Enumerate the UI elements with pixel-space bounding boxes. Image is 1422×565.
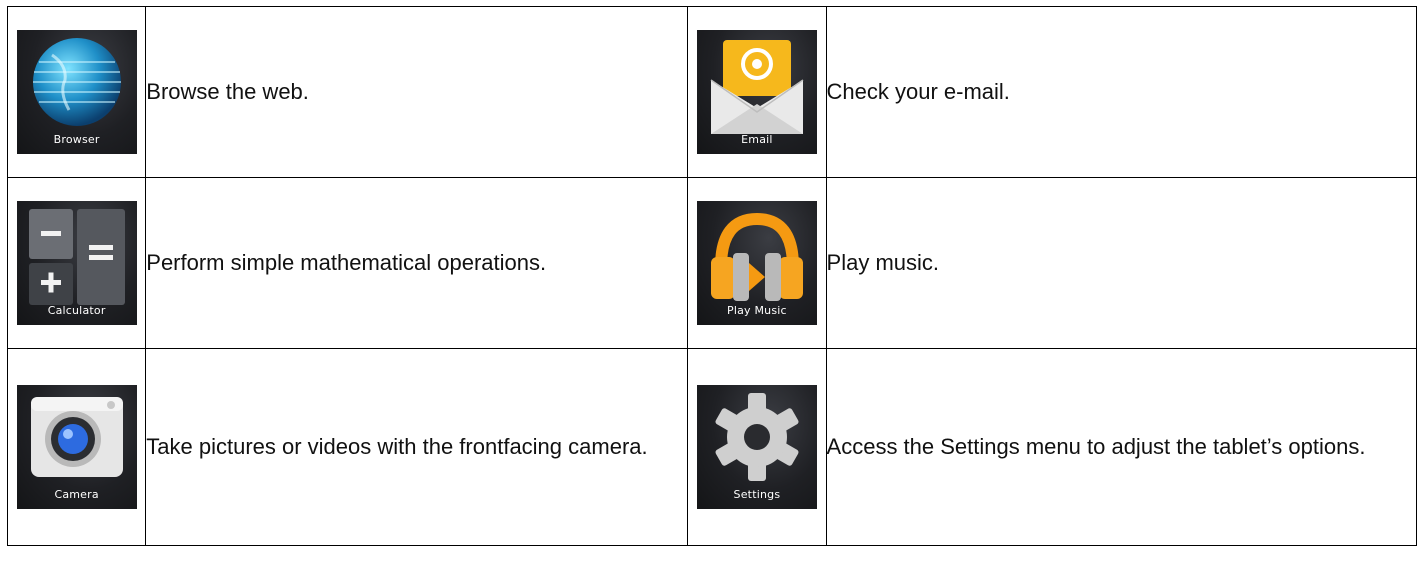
app-icon-cell: Browser	[6, 6, 147, 178]
app-icon-cell: Settings	[687, 348, 827, 546]
app-description: Take pictures or videos with the frontfa…	[145, 348, 689, 546]
icon-label: Calculator	[47, 304, 106, 317]
apps-table: Browser Browse the web. Email Check your…	[6, 6, 1418, 546]
app-description: Play music.	[825, 177, 1418, 349]
app-description: Access the Settings menu to adjust the t…	[825, 348, 1418, 546]
app-icon-cell: Camera	[6, 348, 147, 546]
calculator-icon: Calculator	[16, 201, 137, 325]
camera-icon: Camera	[16, 385, 137, 509]
browser-globe-icon: Browser	[16, 30, 137, 154]
app-icon-cell: Calculator	[6, 177, 147, 349]
email-envelope-icon: Email	[696, 30, 817, 154]
icon-label: Settings	[733, 488, 781, 501]
settings-gear-icon: Settings	[696, 385, 817, 509]
app-description: Check your e-mail.	[825, 6, 1418, 178]
table-row: Browser Browse the web. Email Check your…	[6, 6, 1418, 178]
app-icon-cell: Play Music	[687, 177, 827, 349]
app-description: Browse the web.	[145, 6, 689, 178]
icon-label: Play Music	[727, 304, 787, 317]
icon-label: Camera	[54, 488, 99, 501]
table-row: Calculator Perform simple mathematical o…	[6, 177, 1418, 349]
icon-label: Browser	[53, 133, 100, 146]
icon-label: Email	[741, 133, 773, 146]
app-description: Perform simple mathematical operations.	[145, 177, 689, 349]
table-row: Camera Take pictures or videos with the …	[6, 348, 1418, 546]
app-icon-cell: Email	[687, 6, 827, 178]
cut-off-heading-text	[0, 0, 4, 3]
play-music-headphones-icon: Play Music	[696, 201, 817, 325]
